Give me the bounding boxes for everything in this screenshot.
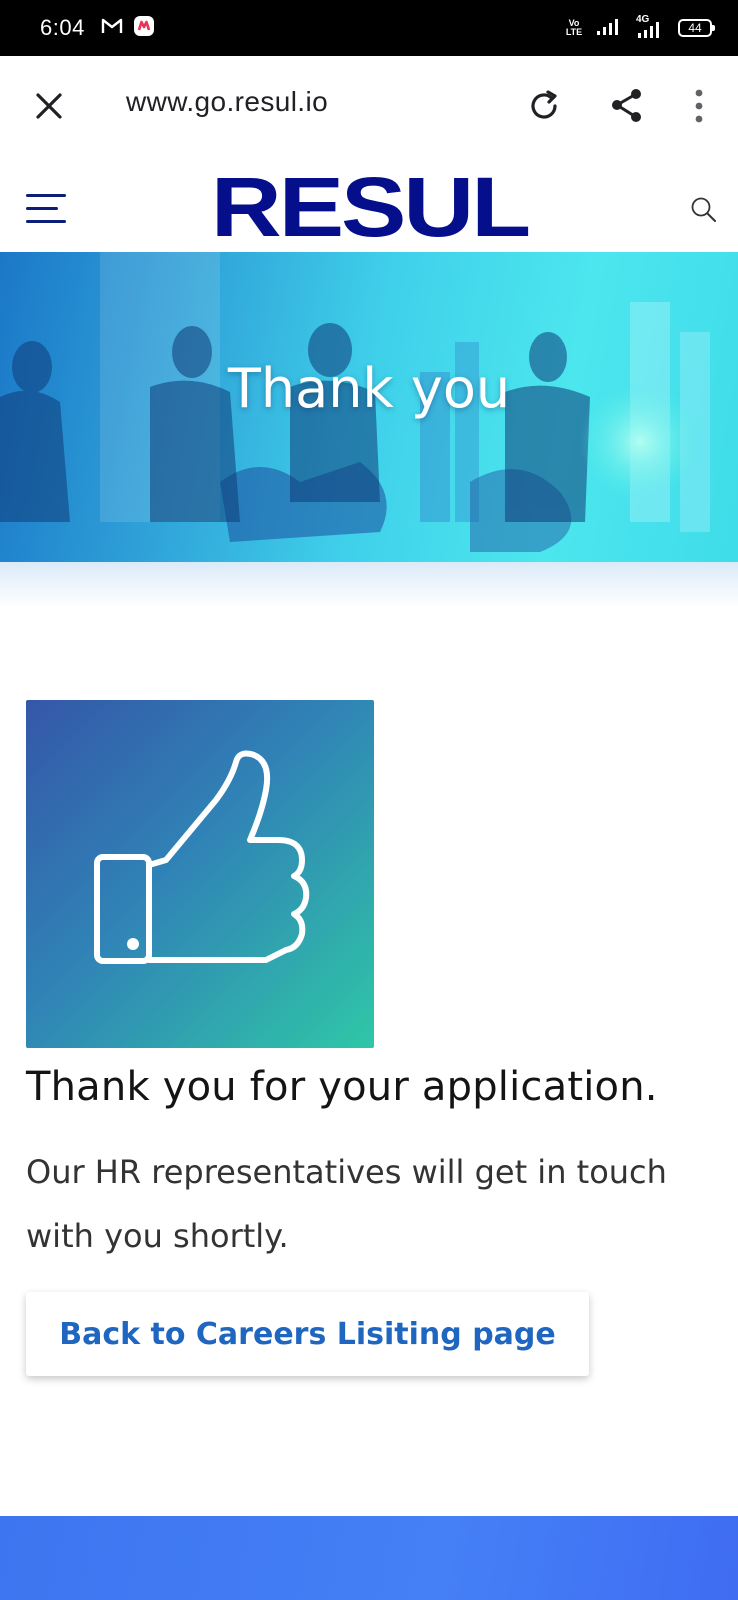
logo[interactable]: RESUL — [192, 165, 547, 249]
hamburger-menu-icon[interactable] — [26, 194, 68, 226]
signal-4g-icon: 4G — [634, 14, 666, 40]
close-icon[interactable] — [30, 87, 68, 125]
back-to-careers-button[interactable]: Back to Careers Lisiting page — [26, 1292, 589, 1376]
search-icon[interactable] — [690, 196, 718, 226]
signal-icon — [596, 16, 622, 40]
status-time: 6:04 — [40, 15, 85, 40]
hero-divider — [0, 562, 738, 608]
share-icon[interactable] — [608, 86, 648, 126]
thumbs-up-card — [26, 700, 374, 1048]
volte-icon: Vo LTE — [565, 18, 583, 37]
site-header: RESUL — [0, 156, 738, 250]
browser-toolbar: www.go.resul.io — [0, 56, 738, 156]
app-notification-icon — [133, 15, 155, 41]
back-to-careers-label: Back to Careers Lisiting page — [59, 1316, 556, 1352]
status-right: Vo LTE 4G 44 — [564, 14, 715, 40]
status-bar: 6:04 Vo LTE 4G 44 — [0, 0, 738, 56]
confirmation-message: Our HR representatives will get in touch… — [26, 1153, 667, 1255]
thank-you-heading: Thank you for your application. — [26, 1064, 658, 1110]
thumbs-up-icon — [94, 750, 310, 964]
battery-icon: 44 — [678, 19, 715, 37]
url-text[interactable]: www.go.resul.io — [126, 86, 328, 118]
reload-icon[interactable] — [524, 86, 564, 126]
footer-band — [0, 1516, 738, 1600]
hero-title: Thank you — [227, 357, 511, 420]
hero-banner: Thank you — [0, 252, 738, 562]
more-vert-icon[interactable] — [684, 86, 714, 126]
gmail-icon — [101, 17, 123, 39]
notification-icons — [101, 15, 155, 41]
page: 6:04 Vo LTE 4G 44 www.go.resul.io RESUL … — [0, 0, 738, 1600]
